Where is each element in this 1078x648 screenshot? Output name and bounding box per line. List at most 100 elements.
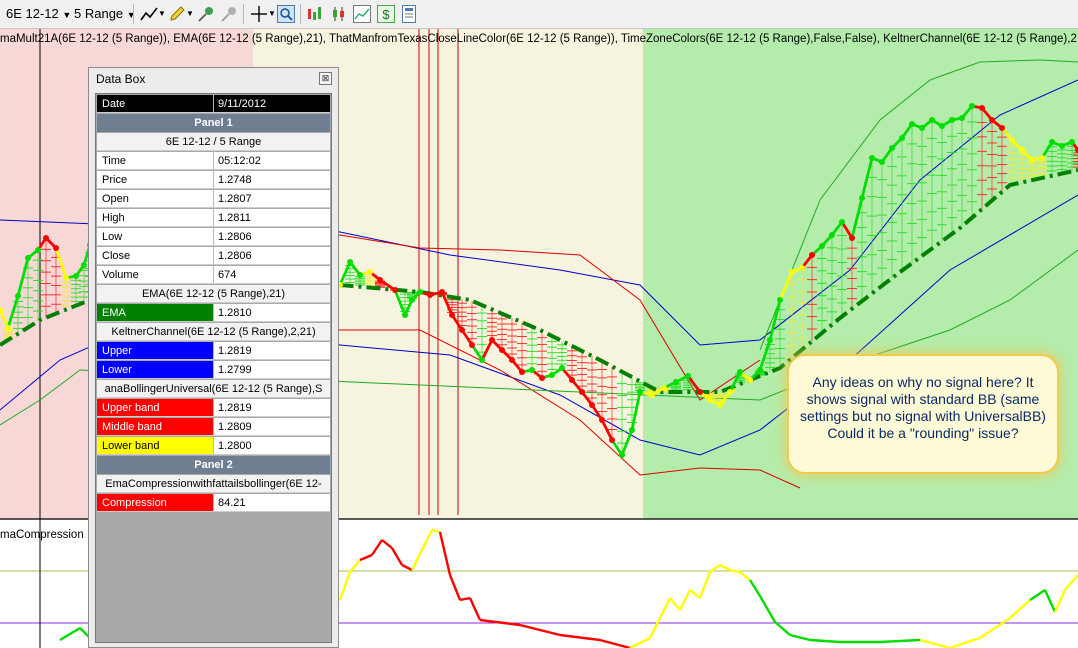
price-point (367, 269, 373, 275)
row-label: Compression (97, 494, 214, 512)
price-point (959, 115, 965, 121)
data-row: Open 1.2807 (97, 190, 330, 208)
bollinger-upper-row: Upper band 1.2819 (97, 399, 330, 417)
price-point (889, 145, 895, 151)
price-point (53, 245, 59, 251)
instrument-header: 6E 12-12 / 5 Range (97, 133, 330, 151)
data-box-title: Data Box (96, 72, 146, 86)
price-point (377, 277, 383, 283)
price-point (629, 427, 635, 433)
compression-row: Compression 84.21 (97, 494, 330, 512)
close-icon[interactable]: ⊠ (319, 72, 332, 85)
price-point (869, 155, 875, 161)
price-point (879, 159, 885, 165)
price-point (939, 123, 945, 129)
price-point (559, 365, 565, 371)
price-point (979, 105, 985, 111)
compression-header: EmaCompressionwithfattailsbollinger(6E 1… (97, 475, 330, 493)
price-point (747, 377, 753, 383)
panel2-indicator-label: maCompression (0, 529, 84, 541)
price-point (1069, 139, 1075, 145)
price-point (1009, 137, 1015, 143)
keltner-header: KeltnerChannel(6E 12-12 (5 Range),2,21) (97, 323, 330, 341)
price-point (1039, 155, 1045, 161)
row-label: Close (97, 247, 214, 265)
row-value: 1.2748 (214, 171, 330, 189)
ema-row: EMA 1.2810 (97, 304, 330, 322)
price-point (999, 125, 1005, 131)
price-point (599, 417, 605, 423)
price-point (1019, 147, 1025, 153)
row-label: Lower band (97, 437, 214, 455)
row-label: Upper (97, 342, 214, 360)
row-label: Time (97, 152, 214, 170)
date-row: Date 9/11/2012 (97, 95, 330, 113)
data-row: Volume 674 (97, 266, 330, 284)
row-label: Upper band (97, 399, 214, 417)
annotation-callout: Any ideas on why no signal here? It show… (787, 354, 1059, 474)
row-value: 1.2806 (214, 247, 330, 265)
panel2-header: Panel 2 (97, 456, 330, 474)
row-value: 05:12:02 (214, 152, 330, 170)
price-point (509, 357, 515, 363)
price-point (757, 367, 763, 373)
price-point (989, 117, 995, 123)
price-point (717, 402, 723, 408)
bollinger-header: anaBollingerUniversal(6E 12-12 (5 Range)… (97, 380, 330, 398)
price-point (859, 195, 865, 201)
price-point (519, 369, 525, 375)
price-point (829, 232, 835, 238)
price-point (697, 389, 703, 395)
price-point (392, 287, 398, 293)
price-point (427, 292, 433, 298)
price-point (479, 357, 485, 363)
price-point (619, 452, 625, 458)
price-point (673, 379, 679, 385)
price-point (969, 103, 975, 109)
price-point (489, 337, 495, 343)
price-point (929, 117, 935, 123)
price-point (469, 342, 475, 348)
price-point (909, 121, 915, 127)
price-point (402, 312, 408, 318)
price-point (649, 392, 655, 398)
price-point (63, 275, 69, 281)
price-point (549, 372, 555, 378)
price-point (637, 389, 643, 395)
price-point (737, 369, 743, 375)
panel1-header: Panel 1 (97, 114, 330, 132)
price-point (899, 135, 905, 141)
price-point (949, 117, 955, 123)
price-point (539, 375, 545, 381)
price-point (35, 247, 41, 253)
bollinger-lower-row: Lower band 1.2800 (97, 437, 330, 455)
row-label: EMA (97, 304, 214, 322)
price-point (499, 347, 505, 353)
price-point (685, 373, 691, 379)
data-box-window[interactable]: Data Box ⊠ Date 9/11/2012 Panel 1 6E 12-1… (88, 67, 339, 648)
price-point (5, 325, 11, 331)
row-value: 1.2810 (214, 304, 330, 322)
price-point (707, 397, 713, 403)
row-value: 1.2819 (214, 342, 330, 360)
price-point (919, 125, 925, 131)
row-label: Lower (97, 361, 214, 379)
price-point (789, 269, 795, 275)
price-point (439, 289, 445, 295)
keltner-lower-row: Lower 1.2799 (97, 361, 330, 379)
row-value: 1.2806 (214, 228, 330, 246)
price-point (767, 337, 773, 343)
price-point (609, 437, 615, 443)
price-point (569, 377, 575, 383)
price-point (81, 262, 87, 268)
row-label: High (97, 209, 214, 227)
price-point (777, 297, 783, 303)
row-label: Low (97, 228, 214, 246)
row-value: 1.2799 (214, 361, 330, 379)
price-point (357, 272, 363, 278)
price-point (579, 389, 585, 395)
data-row: Low 1.2806 (97, 228, 330, 246)
price-point (809, 252, 815, 258)
bollinger-middle-row: Middle band 1.2809 (97, 418, 330, 436)
row-value: 1.2800 (214, 437, 330, 455)
